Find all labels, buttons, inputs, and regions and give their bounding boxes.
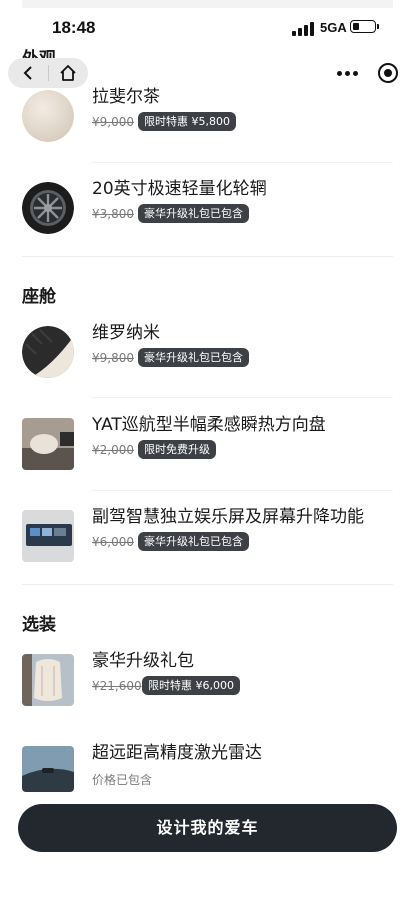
price-badge: 豪华升级礼包已包含	[138, 204, 249, 223]
item-name: YAT巡航型半幅柔感瞬热方向盘	[92, 415, 326, 435]
item-name: 维罗纳米	[92, 323, 160, 343]
chevron-left-icon	[23, 66, 32, 80]
option-item-lidar[interactable]: 超远距高精度激光雷达 价格已包含	[0, 743, 415, 810]
section-divider	[22, 256, 393, 257]
original-price: ¥2,000	[92, 443, 134, 457]
price-badge: 限时免费升级	[138, 440, 216, 459]
luxury-pack-image	[22, 654, 74, 706]
original-price: ¥9,000	[92, 115, 134, 129]
price-note: 价格已包含	[92, 773, 153, 787]
price-badge: 豪华升级礼包已包含	[138, 532, 249, 551]
lidar-image	[22, 746, 74, 792]
nav-capsule	[8, 58, 88, 88]
section-title-options: 选装	[22, 615, 56, 635]
original-price: ¥3,800	[92, 207, 134, 221]
price-badge: 豪华升级礼包已包含	[138, 348, 249, 367]
item-divider	[92, 397, 393, 398]
item-name: 拉斐尔茶	[92, 87, 160, 107]
steering-wheel-image	[22, 418, 74, 470]
option-item-passenger-screen[interactable]: 副驾智慧独立娱乐屏及屏幕升降功能 ¥6,000 豪华升级礼包已包含	[0, 507, 415, 574]
home-icon	[60, 65, 76, 81]
signal-icon	[292, 22, 316, 36]
previous-content-strip	[22, 0, 393, 8]
price-badge: 限时特惠 ¥6,000	[142, 676, 240, 695]
option-item-luxury-pack[interactable]: 豪华升级礼包 ¥21,600 限时特惠 ¥6,000	[0, 651, 415, 718]
original-price: ¥6,000	[92, 535, 134, 549]
paint-swatch-image	[22, 90, 74, 142]
option-item-wheels[interactable]: 20英寸极速轻量化轮辋 ¥3,800 豪华升级礼包已包含	[0, 179, 415, 246]
item-name: 超远距高精度激光雷达	[92, 743, 262, 763]
back-button[interactable]	[8, 58, 48, 88]
wheel-image	[22, 182, 74, 234]
battery-icon	[350, 20, 379, 33]
original-price: ¥21,600	[92, 679, 142, 693]
item-divider	[92, 162, 393, 163]
design-my-car-button[interactable]: 设计我的爱车	[18, 804, 397, 852]
more-dots-icon[interactable]	[334, 64, 360, 82]
option-item-exterior-paint[interactable]: 拉斐尔茶 ¥9,000 限时特惠 ¥5,800	[0, 87, 415, 154]
item-name: 20英寸极速轻量化轮辋	[92, 179, 267, 199]
record-target-icon[interactable]	[378, 63, 398, 83]
home-button[interactable]	[48, 58, 88, 88]
status-bar: 18:48 5GA	[0, 14, 415, 42]
option-item-interior[interactable]: 维罗纳米 ¥9,800 豪华升级礼包已包含	[0, 323, 415, 390]
section-divider	[22, 584, 393, 585]
interior-swatch-image	[22, 326, 74, 378]
price-badge: 限时特惠 ¥5,800	[138, 112, 236, 131]
section-title-cabin: 座舱	[22, 287, 56, 307]
item-divider	[92, 490, 393, 491]
item-name: 副驾智慧独立娱乐屏及屏幕升降功能	[92, 507, 364, 527]
item-name: 豪华升级礼包	[92, 651, 194, 671]
passenger-screen-image	[22, 510, 74, 562]
option-item-steering-wheel[interactable]: YAT巡航型半幅柔感瞬热方向盘 ¥2,000 限时免费升级	[0, 415, 415, 482]
status-time: 18:48	[52, 18, 96, 37]
network-type: 5GA	[320, 20, 347, 35]
original-price: ¥9,800	[92, 351, 134, 365]
